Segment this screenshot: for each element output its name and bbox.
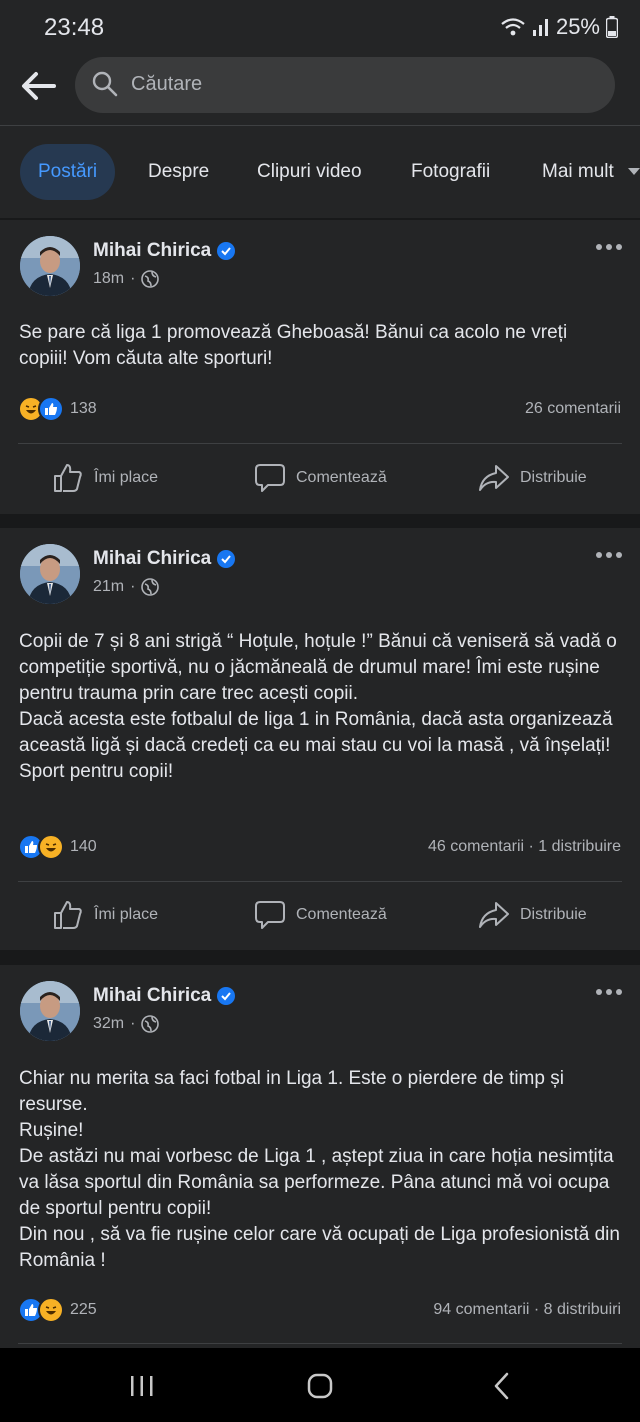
reaction-summary[interactable]: 140: [18, 834, 97, 860]
post-divider: [18, 1343, 622, 1344]
status-time: 23:48: [44, 14, 105, 41]
battery-percent: 25%: [555, 14, 600, 39]
tab-postari[interactable]: Postări: [20, 144, 116, 200]
like-reaction-icon: [38, 396, 64, 422]
globe-icon: [141, 1015, 160, 1033]
status-indicators: 25%: [500, 14, 618, 40]
more-options-button[interactable]: [596, 244, 622, 250]
post-card: Mihai Chirica 21m · Copii de 7 și 8 ani s…: [0, 528, 640, 950]
like-button[interactable]: Îmi place: [52, 899, 158, 931]
home-button[interactable]: [298, 1366, 342, 1406]
search-input[interactable]: Căutare: [75, 57, 615, 113]
verified-badge-icon: [217, 550, 236, 568]
home-icon: [307, 1373, 333, 1399]
post-author[interactable]: Mihai Chirica: [93, 985, 236, 1007]
thumbs-up-icon: [54, 464, 82, 492]
post-text: Chiar nu merita sa faci fotbal in Liga 1…: [19, 1068, 620, 1271]
recents-icon: [131, 1376, 153, 1396]
post-card: Mihai Chirica 32m · Chiar nu merita sa fa…: [0, 965, 640, 1348]
avatar[interactable]: [20, 981, 80, 1041]
avatar-image: [20, 544, 80, 604]
post-meta: 21m ·: [93, 578, 160, 596]
reaction-count: 140: [70, 838, 97, 855]
haha-reaction-icon: [38, 834, 64, 860]
back-button[interactable]: [16, 66, 60, 106]
like-button[interactable]: Îmi place: [52, 462, 158, 494]
tab-fotografii[interactable]: Fotografii: [411, 144, 490, 200]
post-time[interactable]: 18m: [93, 270, 124, 288]
back-nav-icon: [494, 1372, 509, 1400]
tab-clipuri-video[interactable]: Clipuri video: [257, 144, 362, 200]
back-nav-button[interactable]: [480, 1366, 524, 1406]
post-text: Copii de 7 și 8 ani strigă “ Hoțule, hoț…: [19, 631, 617, 782]
share-label: Distribuie: [520, 906, 587, 923]
share-button[interactable]: Distribuie: [478, 899, 587, 931]
like-label: Îmi place: [94, 469, 159, 486]
tab-despre[interactable]: Despre: [148, 144, 209, 200]
wifi-icon: [501, 18, 525, 36]
comment-button[interactable]: Comentează: [254, 462, 387, 494]
more-dots-icon: [596, 989, 602, 995]
more-dots-icon: [596, 244, 602, 250]
verified-badge-icon: [217, 987, 236, 1005]
chevron-down-icon: [628, 168, 640, 175]
battery-icon: [606, 16, 618, 38]
search-placeholder: Căutare: [131, 73, 203, 95]
system-nav-bar: [0, 1348, 640, 1422]
post-divider: [18, 881, 622, 882]
avatar[interactable]: [20, 236, 80, 296]
post-meta: 32m ·: [93, 1015, 160, 1033]
share-arrow-icon: [479, 465, 509, 491]
reaction-summary[interactable]: 225: [18, 1297, 97, 1323]
comment-bubble-icon: [255, 464, 285, 492]
tab-mai-mult[interactable]: Mai mult: [542, 144, 614, 200]
post-time[interactable]: 21m: [93, 578, 124, 596]
globe-icon: [141, 578, 160, 596]
search-row: Căutare: [0, 52, 640, 125]
avatar[interactable]: [20, 544, 80, 604]
reaction-count: 138: [70, 400, 97, 417]
signal-icon: [532, 19, 548, 36]
avatar-image: [20, 236, 80, 296]
author-name[interactable]: Mihai Chirica: [93, 985, 211, 1007]
more-dots-icon: [596, 552, 602, 558]
reaction-summary[interactable]: 138: [18, 396, 97, 422]
post-author[interactable]: Mihai Chirica: [93, 240, 236, 262]
share-button[interactable]: Distribuie: [478, 462, 587, 494]
comment-label: Comentează: [296, 469, 387, 486]
post-meta: 18m ·: [93, 270, 160, 288]
author-name[interactable]: Mihai Chirica: [93, 548, 211, 570]
haha-reaction-icon: [38, 1297, 64, 1323]
post-divider: [18, 443, 622, 444]
like-label: Îmi place: [94, 906, 159, 923]
post-author[interactable]: Mihai Chirica: [93, 548, 236, 570]
author-name[interactable]: Mihai Chirica: [93, 240, 211, 262]
verified-badge-icon: [217, 242, 236, 260]
share-label: Distribuie: [520, 469, 587, 486]
comment-count[interactable]: 26 comentarii: [525, 400, 621, 418]
comment-count[interactable]: 46 comentarii · 1 distribuire: [428, 838, 621, 856]
globe-icon: [141, 270, 160, 288]
recents-button[interactable]: [120, 1366, 164, 1406]
avatar-image: [20, 981, 80, 1041]
share-arrow-icon: [479, 902, 509, 928]
comment-button[interactable]: Comentează: [254, 899, 387, 931]
profile-tabs: Postări Despre Clipuri video Fotografii …: [0, 126, 640, 218]
status-bar: 23:48 25%: [0, 0, 640, 52]
post-time[interactable]: 32m: [93, 1015, 124, 1033]
back-arrow-icon: [22, 72, 56, 100]
more-options-button[interactable]: [596, 989, 622, 995]
comment-label: Comentează: [296, 906, 387, 923]
comment-bubble-icon: [255, 901, 285, 929]
post-text: Se pare că liga 1 promovează Gheboasă! B…: [19, 322, 568, 369]
reaction-count: 225: [70, 1301, 97, 1318]
thumbs-up-icon: [54, 901, 82, 929]
comment-count[interactable]: 94 comentarii · 8 distribuiri: [433, 1301, 621, 1319]
post-card: Mihai Chirica 18m · Se pare că liga 1 pro…: [0, 220, 640, 514]
more-options-button[interactable]: [596, 552, 622, 558]
search-icon: [92, 71, 118, 97]
